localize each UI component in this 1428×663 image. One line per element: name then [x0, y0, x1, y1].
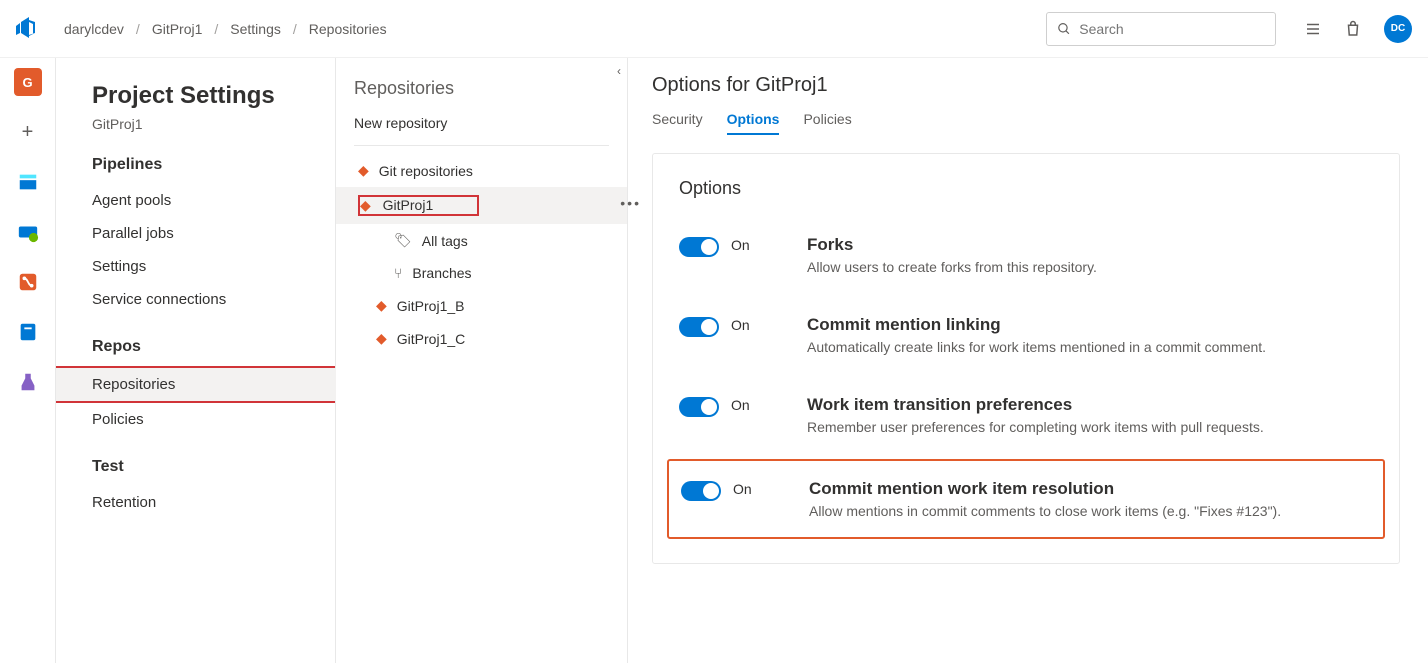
option-title: Forks [807, 235, 1097, 255]
crumb-org[interactable]: darylcdev [64, 21, 124, 37]
rail-repos-icon[interactable] [14, 268, 42, 296]
repo-node-gitproj1[interactable]: ◆ GitProj1 ••• [336, 187, 627, 224]
option-desc: Automatically create links for work item… [807, 339, 1266, 355]
crumb-repositories[interactable]: Repositories [309, 21, 387, 37]
settings-project: GitProj1 [92, 116, 315, 132]
toggle-state: On [731, 397, 750, 413]
option-title: Commit mention linking [807, 315, 1266, 335]
repo-node-label: Git repositories [379, 163, 473, 179]
nav-service-connections[interactable]: Service connections [92, 283, 315, 316]
toggle-commit-linking[interactable] [679, 317, 719, 337]
rail-pipelines-icon[interactable] [14, 218, 42, 246]
option-forks: On Forks Allow users to create forks fro… [679, 219, 1373, 299]
tab-policies[interactable]: Policies [803, 111, 851, 135]
option-desc: Remember user preferences for completing… [807, 419, 1264, 435]
highlight-gitproj1-box: ◆ GitProj1 [358, 195, 479, 216]
toggle-state: On [731, 317, 750, 333]
option-commit-resolution: On Commit mention work item resolution A… [667, 459, 1385, 539]
new-repository-link[interactable]: New repository [354, 115, 609, 146]
rail-add-icon[interactable]: + [14, 118, 42, 146]
toggle-workitem-transition[interactable] [679, 397, 719, 417]
git-icon: ◆ [360, 197, 371, 213]
tab-security[interactable]: Security [652, 111, 703, 135]
crumb-settings[interactable]: Settings [230, 21, 281, 37]
option-workitem-transition: On Work item transition preferences Reme… [679, 379, 1373, 459]
nav-pipeline-settings[interactable]: Settings [92, 250, 315, 283]
list-icon[interactable] [1304, 20, 1322, 38]
branch-icon: ⑂ [394, 265, 402, 281]
content-tabs: Security Options Policies [652, 111, 1400, 135]
search-icon [1057, 21, 1071, 37]
collapse-panel-icon[interactable]: ‹ [617, 64, 621, 78]
option-title: Work item transition preferences [807, 395, 1264, 415]
repo-node-gitproj1c[interactable]: ◆ GitProj1_C [354, 322, 609, 355]
git-icon: ◆ [376, 297, 387, 314]
section-title: Options [679, 178, 1373, 199]
option-desc: Allow users to create forks from this re… [807, 259, 1097, 275]
left-rail: G + [0, 58, 56, 663]
options-card: Options On Forks Allow users to create f… [652, 153, 1400, 564]
repo-list-panel: ‹ Repositories New repository ◆ Git repo… [336, 58, 628, 663]
group-test: Test [92, 458, 315, 476]
git-icon: ◆ [376, 330, 387, 347]
settings-nav: Project Settings GitProj1 Pipelines Agen… [56, 58, 336, 663]
rail-project-icon[interactable]: G [14, 68, 42, 96]
nav-repositories[interactable]: Repositories [56, 368, 353, 401]
nav-policies[interactable]: Policies [92, 403, 315, 436]
settings-title: Project Settings [92, 82, 315, 110]
repo-node-root[interactable]: ◆ Git repositories [354, 154, 609, 187]
option-commit-linking: On Commit mention linking Automatically … [679, 299, 1373, 379]
top-bar: darylcdev / GitProj1 / Settings / Reposi… [0, 0, 1428, 58]
toggle-forks[interactable] [679, 237, 719, 257]
nav-retention[interactable]: Retention [92, 486, 315, 519]
group-pipelines: Pipelines [92, 156, 315, 174]
nav-agent-pools[interactable]: Agent pools [92, 184, 315, 217]
toggle-state: On [733, 481, 752, 497]
shopping-bag-icon[interactable] [1344, 20, 1362, 38]
repo-node-label: GitProj1_B [397, 298, 465, 314]
user-avatar[interactable]: DC [1384, 15, 1412, 43]
rail-testplans-icon[interactable] [14, 318, 42, 346]
repo-node-label: GitProj1_C [397, 331, 465, 347]
rail-boards-icon[interactable] [14, 168, 42, 196]
search-box[interactable] [1046, 12, 1276, 46]
toggle-state: On [731, 237, 750, 253]
option-desc: Allow mentions in commit comments to clo… [809, 503, 1281, 519]
nav-parallel-jobs[interactable]: Parallel jobs [92, 217, 315, 250]
toggle-commit-resolution[interactable] [681, 481, 721, 501]
option-title: Commit mention work item resolution [809, 479, 1281, 499]
repo-node-gitproj1b[interactable]: ◆ GitProj1_B [354, 289, 609, 322]
repo-node-label: GitProj1 [383, 197, 434, 213]
azure-devops-logo [16, 17, 40, 41]
rail-artifacts-icon[interactable] [14, 368, 42, 396]
repo-list-title: Repositories [354, 78, 609, 99]
group-repos: Repos [92, 338, 315, 356]
highlight-repositories-box: Repositories [56, 366, 335, 403]
more-options-icon[interactable]: ••• [620, 195, 641, 211]
repo-node-alltags[interactable]: 🏷 All tags [354, 224, 609, 257]
tab-options[interactable]: Options [727, 111, 780, 135]
repo-node-label: Branches [412, 265, 471, 281]
breadcrumb: darylcdev / GitProj1 / Settings / Reposi… [64, 21, 1046, 37]
search-input[interactable] [1079, 21, 1265, 37]
git-icon: ◆ [358, 162, 369, 179]
top-icons: DC [1304, 15, 1412, 43]
content-panel: Options for GitProj1 Security Options Po… [628, 58, 1428, 663]
repo-node-label: All tags [422, 233, 468, 249]
crumb-project[interactable]: GitProj1 [152, 21, 203, 37]
content-heading: Options for GitProj1 [652, 74, 1400, 97]
repo-node-branches[interactable]: ⑂ Branches [354, 257, 609, 289]
tag-icon: 🏷 [394, 232, 412, 249]
